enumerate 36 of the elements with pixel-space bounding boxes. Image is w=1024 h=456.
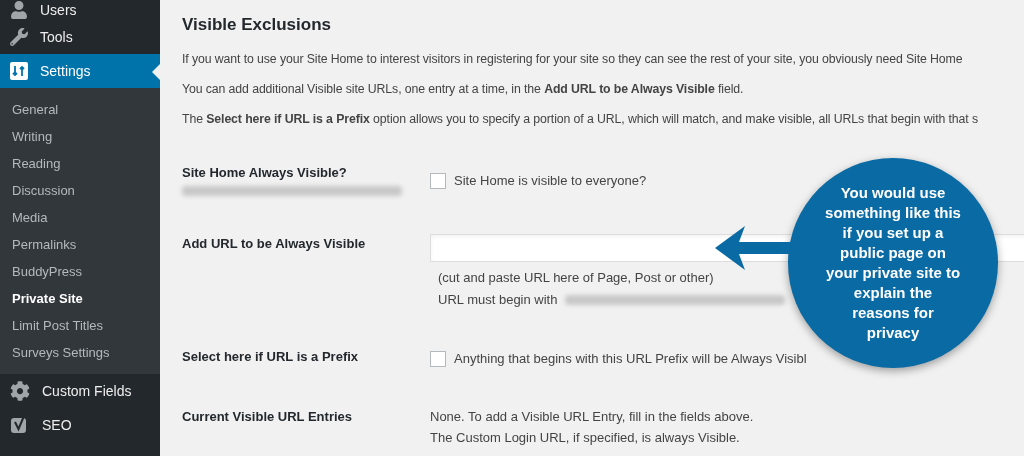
field-label: Current Visible URL Entries [182, 407, 353, 426]
menu-item[interactable]: SEO [0, 408, 160, 442]
note-text: The Custom Login URL, if specified, is always Visible. [430, 429, 741, 448]
checkbox-label: Anything that begins with this URL Prefix will be Always Visibl [454, 350, 807, 369]
submenu-item[interactable]: Permalinks [0, 231, 160, 258]
gear-icon [10, 381, 30, 401]
note-text: None. To add a Visible URL Entry, fill in the fields above. [430, 407, 754, 426]
submenu-item[interactable]: Media [0, 204, 160, 231]
checkbox[interactable] [430, 172, 446, 189]
description-text: You can add additional Visible site URLs, one entry at a time, in the Add URL to be Always Visible field. [182, 80, 745, 98]
submenu-item[interactable]: BuddyPress [0, 258, 160, 285]
field-hint: (cut and paste URL here of Page, Post or other) [438, 269, 714, 288]
user-icon [10, 1, 28, 19]
submenu-item[interactable]: Surveys Settings [0, 339, 160, 366]
submenu-item[interactable]: Limit Post Titles [0, 312, 160, 339]
field-label: Select here if URL is a Prefix [182, 348, 360, 367]
submenu-item[interactable]: Discussion [0, 177, 160, 204]
checkbox[interactable] [430, 351, 446, 368]
checkbox-label: Site Home is visible to everyone? [454, 171, 647, 190]
menu-item[interactable]: Tools [0, 20, 160, 54]
description-text: If you want to use your Site Home to interest visitors in registering for your site so they can see the rest of your site, you obviously need Site Home [182, 50, 964, 68]
description-text: The Select here if URL is a Prefix option allows you to specify a portion of a URL, which will match, and make visible, all URLs that begin with that s [182, 111, 979, 129]
submenu-item[interactable]: General [0, 96, 160, 123]
settings-icon [10, 62, 28, 80]
field-label: Site Home Always Visible? [182, 163, 348, 182]
field-hint: URL must begin with [438, 290, 558, 309]
submenu-item[interactable]: Writing [0, 123, 160, 150]
menu-item[interactable]: Custom Fields [0, 374, 160, 408]
callout-text: You would use something like this if you set up a public page on your private site to explain the reasons for privacy [824, 183, 962, 343]
field-label: Add URL to be Always Visible [182, 235, 367, 254]
section-title: Visible Exclusions [182, 14, 332, 36]
wrench-icon [10, 28, 28, 46]
submenu-item[interactable]: Private Site [0, 285, 160, 312]
submenu-item[interactable]: Reading [0, 150, 160, 177]
menu-item[interactable]: Users [0, 0, 160, 20]
menu-item[interactable]: Settings [0, 54, 160, 88]
